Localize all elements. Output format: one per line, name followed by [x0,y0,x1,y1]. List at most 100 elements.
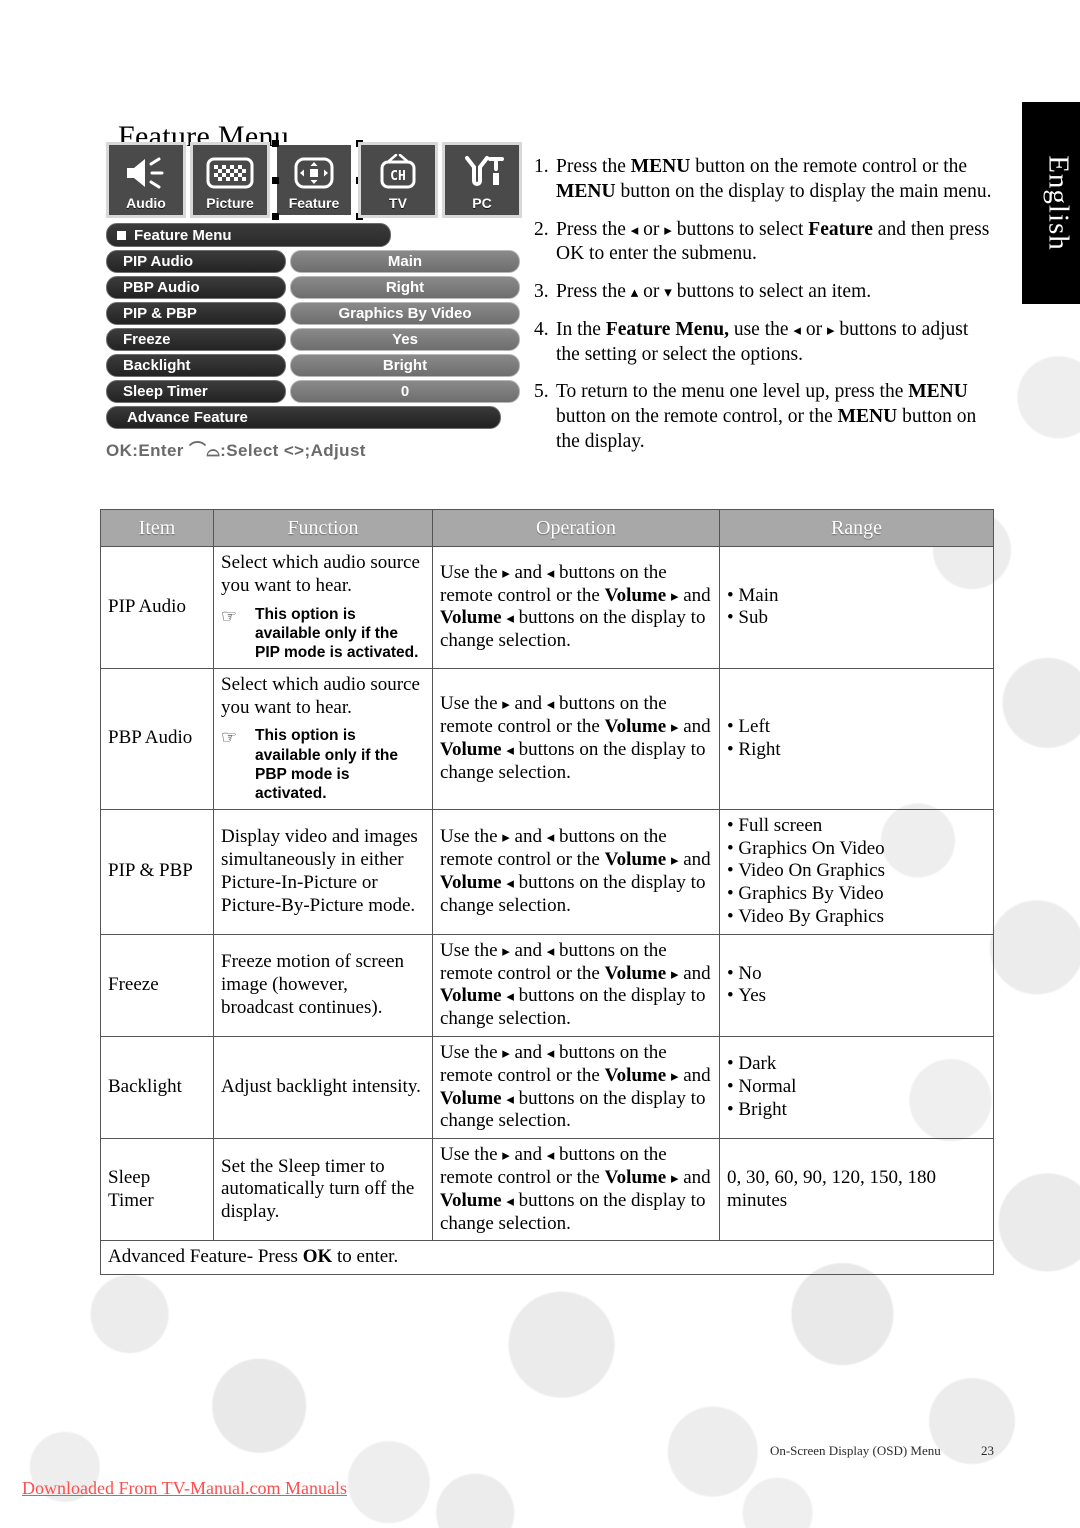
osd-icon-label: Audio [126,195,166,211]
cell-range: No Yes [719,933,994,1037]
instruction-step: 3. Press the ▴ or ▾ buttons to select an… [534,280,994,305]
range-item: No [727,963,986,986]
language-tab-english: English [1023,103,1080,303]
osd-row-pip-and-pbp[interactable]: PIP & PBP Graphics By Video [106,302,531,325]
cell-operation: Use the ▸ and ◂ buttons on the remote co… [432,1138,720,1242]
function-text: Select which audio source you want to he… [221,552,420,596]
table-row: PIP Audio Select which audio source you … [100,546,994,669]
footer-page-number: 23 [981,1443,994,1458]
osd-icon-tv: CH TV [358,142,438,218]
osd-screenshot: Audio Picture Feature CH TV PC Feature M… [106,140,531,461]
range-item: Left [727,716,986,739]
osd-icon-audio: Audio [106,142,186,218]
osd-row-value: 0 [290,380,520,403]
range-item: Bright [727,1099,986,1122]
cell-item: Freeze [100,933,214,1037]
osd-icon-picture: Picture [190,142,270,218]
osd-row-value: Yes [290,328,520,351]
wrench-tools-icon [458,151,506,195]
osd-row-label: PIP & PBP [106,302,286,325]
osd-row-advance-feature[interactable]: Advance Feature [106,406,501,429]
cell-range: Main Sub [719,546,994,669]
range-list: Left Right [727,716,986,762]
speaker-icon [123,151,169,195]
osd-row-label: Backlight [106,354,286,377]
osd-row-label: PIP Audio [106,250,286,273]
cell-range: Dark Normal Bright [719,1035,994,1140]
table-header-row: Item Function Operation Range [100,509,994,547]
cell-operation: Use the ▸ and ◂ buttons on the remote co… [432,933,720,1037]
osd-row-label: Freeze [106,328,286,351]
availability-note: ☞ This option is available only if the P… [221,726,425,804]
availability-note: ☞ This option is available only if the P… [221,605,425,663]
osd-menu-title: Feature Menu [134,226,232,244]
osd-row-pip-audio[interactable]: PIP Audio Main [106,250,531,273]
cell-operation: Use the ▸ and ◂ buttons on the remote co… [432,808,720,935]
range-item: Yes [727,985,986,1008]
cell-item: Backlight [100,1035,214,1140]
feature-menu-table: Item Function Operation Range PIP Audio … [100,509,994,1276]
osd-icon-bar: Audio Picture Feature CH TV PC [106,140,531,220]
range-item: Graphics On Video [727,838,986,861]
range-item: Main [727,585,986,608]
step-number: 1. [534,156,549,177]
instruction-step: 2. Press the ◂ or ▸ buttons to select Fe… [534,218,994,268]
cell-item: PBP Audio [100,667,214,810]
osd-icon-pc: PC [442,142,522,218]
range-item: Dark [727,1053,986,1076]
instruction-steps: 1. Press the MENU button on the remote c… [534,155,994,468]
range-item: Full screen [727,815,986,838]
step-text: Press the ◂ or ▸ buttons to select Featu… [556,218,990,265]
checkerboard-icon [206,151,254,195]
page-footer: On-Screen Display (OSD) Menu 23 [0,1443,994,1459]
osd-row-value: Right [290,276,520,299]
range-item: Right [727,739,986,762]
four-way-arrows-icon [290,151,338,195]
instruction-step: 4. In the Feature Menu, use the ◂ or ▸ b… [534,318,994,368]
osd-row-label: Sleep Timer [106,380,286,403]
column-header-item: Item [100,509,214,547]
osd-icon-label: Picture [206,195,254,211]
table-footer-row: Advanced Feature- Press OK to enter. [100,1240,994,1276]
osd-row-backlight[interactable]: Backlight Bright [106,354,531,377]
tv-channel-icon: CH [374,151,422,195]
cell-range: Full screen Graphics On Video Video On G… [719,808,994,935]
cell-function: Select which audio source you want to he… [213,667,433,810]
cell-range: 0, 30, 60, 90, 120, 150, 180 minutes [719,1138,994,1242]
osd-row-label: PBP Audio [106,276,286,299]
download-source-link[interactable]: Downloaded From TV-Manual.com Manuals [22,1478,347,1499]
osd-row-freeze[interactable]: Freeze Yes [106,328,531,351]
pointing-hand-icon: ☞ [221,605,238,627]
range-item: Video On Graphics [727,860,986,883]
cell-item: Sleep Timer [100,1138,214,1242]
range-list: Dark Normal Bright [727,1053,986,1121]
osd-row-pbp-audio[interactable]: PBP Audio Right [106,276,531,299]
table-row: Freeze Freeze motion of screen image (ho… [100,933,994,1037]
osd-menu-title-bar: Feature Menu [106,223,391,247]
range-list: No Yes [727,963,986,1009]
table-row: Backlight Adjust backlight intensity. Us… [100,1035,994,1140]
column-header-function: Function [213,509,433,547]
osd-hint-line: OK:Enter ⌒⌓:Select <>;Adjust [106,441,366,460]
cell-function: Select which audio source you want to he… [213,546,433,669]
osd-row-sleep-timer[interactable]: Sleep Timer 0 [106,380,531,403]
cell-operation: Use the ▸ and ◂ buttons on the remote co… [432,1035,720,1140]
advanced-feature-note: Advanced Feature- Press OK to enter. [100,1240,994,1276]
step-number: 2. [534,218,549,240]
footer-section-name: On-Screen Display (OSD) Menu [769,1443,941,1458]
instruction-step: 5. To return to the menu one level up, p… [534,380,994,454]
cell-item: PIP & PBP [100,808,214,935]
step-text: Press the ▴ or ▾ buttons to select an it… [556,281,872,302]
step-number: 5. [534,381,549,403]
cell-item: PIP Audio [100,546,214,669]
pointing-hand-icon: ☞ [221,727,238,749]
range-item: Video By Graphics [727,906,986,929]
cell-function: Freeze motion of screen image (however, … [213,933,433,1037]
note-text: This option is available only if the PBP… [255,727,398,803]
cell-range: Left Right [719,667,994,810]
svg-text:CH: CH [390,169,406,184]
manual-page: English Feature Menu Audio Picture Featu… [0,0,1080,1528]
range-item: Normal [727,1076,986,1099]
step-text: Press the MENU button on the remote cont… [556,156,992,202]
osd-icon-label: TV [389,195,407,211]
